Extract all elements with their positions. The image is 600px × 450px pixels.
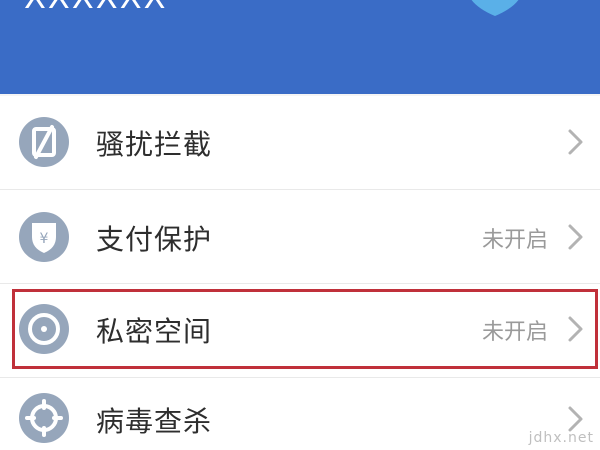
menu-item-label: 病毒查杀 <box>96 405 213 438</box>
header-banner: XXXXXX <box>0 0 600 94</box>
status-text: 未开启 <box>481 320 548 345</box>
menu-item-label: 骚扰拦截 <box>96 128 213 161</box>
menu-item-harassment-block[interactable]: 骚扰拦截 <box>0 96 600 190</box>
menu-item-payment-protection[interactable]: ¥ 支付保护 未开启 <box>0 190 600 284</box>
private-space-icon <box>19 304 69 354</box>
status-text: 未开启 <box>481 228 548 253</box>
virus-scan-icon <box>19 393 69 443</box>
menu-list: 骚扰拦截 ¥ 支付保护 未开启 私密空间 未开启 病毒查杀 <box>0 96 600 450</box>
menu-item-label: 私密空间 <box>96 315 213 348</box>
menu-item-virus-scan[interactable]: 病毒查杀 <box>0 378 600 450</box>
phone-block-icon <box>19 117 69 167</box>
header-title: XXXXXX <box>24 0 168 16</box>
chevron-right-icon <box>568 224 583 250</box>
svg-text:¥: ¥ <box>40 231 49 247</box>
payment-shield-icon: ¥ <box>19 212 69 262</box>
menu-item-label: 支付保护 <box>96 223 213 256</box>
chevron-right-icon <box>568 129 583 155</box>
watermark: jdhx.net <box>528 430 594 446</box>
shield-badge-icon <box>471 0 519 16</box>
security-settings-screen: XXXXXX 骚扰拦截 ¥ 支付保护 未开启 <box>0 0 600 450</box>
chevron-right-icon <box>568 316 583 342</box>
menu-item-private-space[interactable]: 私密空间 未开启 <box>0 284 600 378</box>
